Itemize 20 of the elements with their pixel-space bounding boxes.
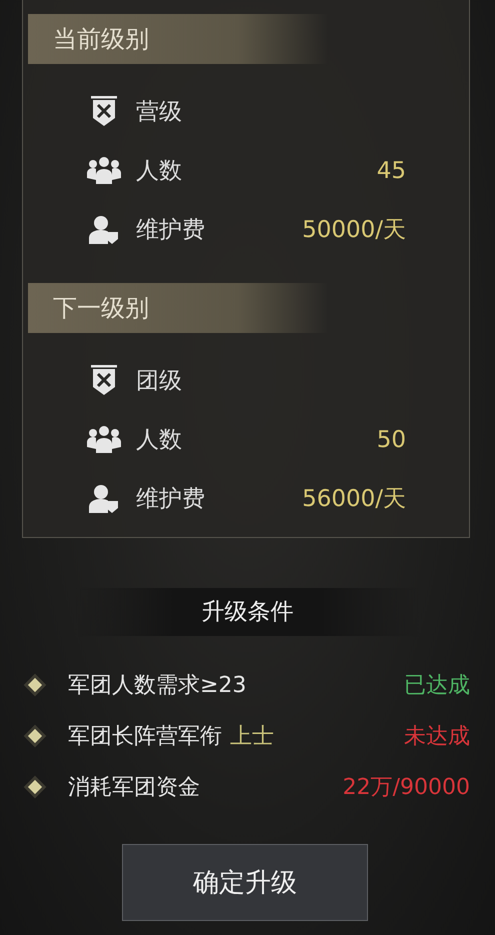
stat-label: 维护费 [136, 485, 205, 514]
stat-value: 50 [376, 426, 406, 452]
condition-status: 未达成 [404, 722, 470, 750]
confirm-button[interactable]: 确定升级 [122, 844, 368, 921]
people-icon [86, 156, 122, 186]
condition-status: 22万/90000 [342, 774, 470, 802]
stat-value: 50000/天 [302, 216, 406, 245]
condition-label: 军团人数需求≥23 [68, 672, 246, 700]
condition-label: 军团长阵营军衔 [68, 722, 222, 750]
condition-label: 消耗军团资金 [68, 774, 200, 802]
stat-label: 维护费 [136, 216, 205, 245]
stat-value: 45 [376, 158, 406, 184]
stat-label: 人数 [136, 426, 182, 455]
people-icon [86, 424, 122, 454]
stat-label: 营级 [136, 98, 182, 127]
condition-status: 已达成 [404, 672, 470, 700]
stat-label: 团级 [136, 367, 182, 396]
stat-label: 人数 [136, 157, 182, 186]
stat-value: 56000/天 [302, 485, 406, 514]
rank-name: 上士 [230, 722, 274, 750]
